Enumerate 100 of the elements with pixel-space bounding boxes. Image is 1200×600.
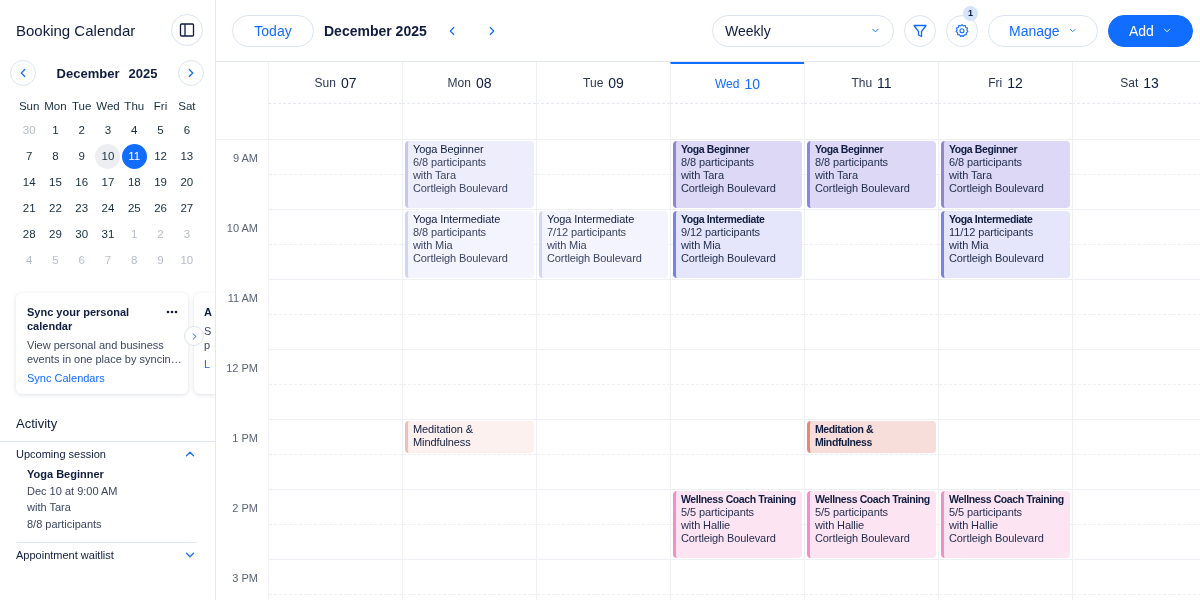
calendar-day[interactable]: 21 — [16, 195, 42, 221]
event-instructor: with Mia — [681, 239, 722, 252]
more-icon[interactable] — [166, 310, 178, 314]
event-card[interactable]: Yoga Beginner 8/8 participants with Tara Cortleigh Boulevard — [807, 141, 936, 208]
day-header[interactable]: Sat 13 — [1072, 62, 1200, 104]
event-card[interactable]: Wellness Coach Training 5/5 participants with Hallie Cortleigh Boulevard — [807, 491, 936, 558]
calendar-day[interactable]: 29 — [42, 221, 68, 247]
event-participants: 8/8 participants — [413, 226, 487, 239]
sidebar-toggle-button[interactable] — [171, 14, 203, 46]
event-location: Cortleigh Boulevard — [681, 252, 777, 265]
hour-label: 12 PM — [226, 362, 258, 374]
event-card[interactable]: Meditation & Mindfulness — [807, 421, 936, 453]
event-title: Meditation & Mindfulness — [815, 423, 875, 449]
event-card[interactable]: Yoga Beginner 8/8 participants with Tara Cortleigh Boulevard — [673, 141, 802, 208]
day-header[interactable]: Thu 11 — [804, 62, 938, 104]
event-instructor: with Mia — [949, 239, 990, 252]
calendar-day[interactable]: 3 — [95, 117, 121, 143]
day-header[interactable]: Tue 09 — [536, 62, 670, 104]
calendar-day[interactable]: 1 — [42, 117, 68, 143]
event-card[interactable]: Meditation & Mindfulness — [405, 421, 534, 453]
weekday-label: Mon — [43, 99, 68, 114]
calendar-day[interactable]: 27 — [174, 195, 200, 221]
calendar-day[interactable]: 20 — [174, 169, 200, 195]
weekday-label: Wed — [95, 99, 121, 114]
previous-month-button[interactable] — [10, 60, 36, 86]
session-title: Yoga Beginner — [27, 467, 105, 482]
event-card[interactable]: Yoga Intermediate 8/8 participants with Mia Cortleigh Boulevard — [405, 211, 534, 278]
event-instructor: with Mia — [547, 239, 588, 252]
calendar-day[interactable]: 11 — [121, 143, 147, 169]
time-slot[interactable] — [670, 104, 804, 140]
event-card[interactable]: Wellness Coach Training 5/5 participants with Hallie Cortleigh Boulevard — [673, 491, 802, 558]
calendar-day[interactable]: 26 — [148, 195, 174, 221]
time-slot[interactable] — [938, 104, 1072, 140]
today-button[interactable]: Today — [232, 14, 314, 47]
event-participants: 11/12 participants — [949, 226, 1035, 239]
card-link[interactable]: L — [204, 358, 211, 370]
event-card[interactable]: Wellness Coach Training 5/5 participants with Hallie Cortleigh Boulevard — [941, 491, 1070, 558]
calendar-day[interactable]: 4 — [121, 117, 147, 143]
filter-button[interactable] — [904, 14, 936, 47]
calendar-day[interactable]: 7 — [16, 143, 42, 169]
calendar-day[interactable]: 22 — [42, 195, 68, 221]
event-location: Cortleigh Boulevard — [949, 182, 1045, 195]
settings-button[interactable] — [946, 14, 978, 47]
event-participants: 8/8 participants — [815, 156, 889, 169]
calendar-day[interactable]: 17 — [95, 169, 121, 195]
time-slot[interactable] — [268, 104, 402, 140]
time-slot[interactable] — [402, 104, 536, 140]
hour-label: 9 AM — [232, 152, 258, 164]
calendar-day[interactable]: 13 — [174, 143, 200, 169]
calendar-day[interactable]: 2 — [69, 117, 95, 143]
manage-button[interactable]: Manage — [988, 14, 1098, 47]
day-header[interactable]: Wed 10 — [670, 62, 804, 104]
event-location: Cortleigh Boulevard — [815, 182, 911, 195]
time-slot[interactable] — [804, 104, 938, 140]
card-link[interactable]: Sync Calendars — [27, 372, 105, 384]
event-card[interactable]: Yoga Intermediate 9/12 participants with Mia Cortleigh Boulevard — [673, 211, 802, 278]
day-header[interactable]: Sun 07 — [268, 62, 402, 104]
calendar-day[interactable]: 15 — [42, 169, 68, 195]
event-location: Cortleigh Boulevard — [413, 252, 509, 265]
calendar-day[interactable]: 25 — [121, 195, 147, 221]
calendar-day[interactable]: 5 — [148, 117, 174, 143]
calendar-day[interactable]: 23 — [69, 195, 95, 221]
view-dropdown[interactable]: Weekly — [712, 14, 894, 47]
add-button[interactable]: Add — [1108, 14, 1193, 47]
calendar-day[interactable]: 10 — [95, 143, 121, 169]
event-card[interactable]: Yoga Beginner 6/8 participants with Tara Cortleigh Boulevard — [941, 141, 1070, 208]
calendar-day[interactable]: 30 — [69, 221, 95, 247]
card-title: Sync your personal calendar — [27, 305, 131, 333]
calendar-day[interactable]: 28 — [16, 221, 42, 247]
calendar-day[interactable]: 16 — [69, 169, 95, 195]
calendar-day[interactable]: 18 — [121, 169, 147, 195]
event-card[interactable]: Yoga Beginner 6/8 participants with Tara Cortleigh Boulevard — [405, 141, 534, 208]
event-instructor: with Hallie — [815, 519, 866, 532]
event-instructor: with Mia — [413, 239, 454, 252]
calendar-day[interactable]: 24 — [95, 195, 121, 221]
next-month-button[interactable] — [178, 60, 204, 86]
calendar-day[interactable]: 12 — [148, 143, 174, 169]
day-header[interactable]: Fri 12 — [938, 62, 1072, 104]
calendar-day[interactable]: 14 — [16, 169, 42, 195]
event-location: Cortleigh Boulevard — [815, 532, 911, 545]
event-title: Meditation & Mindfulness — [413, 423, 474, 449]
event-card[interactable]: Yoga Intermediate 11/12 participants with Mia Cortleigh Boulevard — [941, 211, 1070, 278]
calendar-day[interactable]: 8 — [42, 143, 68, 169]
event-participants: 6/8 participants — [413, 156, 487, 169]
session-instructor: with Tara — [27, 500, 72, 515]
calendar-day[interactable]: 9 — [69, 143, 95, 169]
calendar-day[interactable]: 6 — [174, 117, 200, 143]
time-slot[interactable] — [536, 104, 670, 140]
event-title: Yoga Beginner — [413, 143, 485, 156]
card-title: A — [204, 305, 212, 319]
event-title: Yoga Beginner — [949, 143, 1019, 156]
calendar-day[interactable]: 31 — [95, 221, 121, 247]
calendar-day[interactable]: 19 — [148, 169, 174, 195]
section-header[interactable]: Upcoming session — [16, 442, 197, 466]
time-slot[interactable] — [1072, 104, 1200, 140]
day-header[interactable]: Mon 08 — [402, 62, 536, 104]
section-header[interactable]: Appointment waitlist — [16, 543, 197, 567]
event-card[interactable]: Yoga Intermediate 7/12 participants with Mia Cortleigh Boulevard — [539, 211, 668, 278]
year-label: 2025 — [128, 65, 158, 81]
hour-label: 11 AM — [227, 292, 258, 304]
